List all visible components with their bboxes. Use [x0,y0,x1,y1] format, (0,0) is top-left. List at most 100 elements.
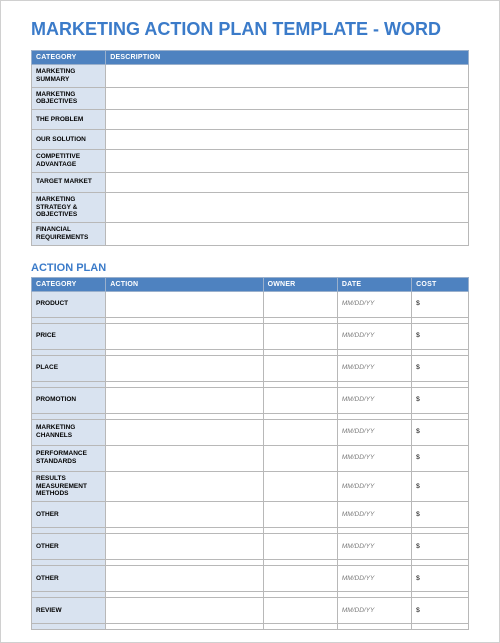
action-category-cell: PRODUCT [32,291,106,317]
overview-category-cell: OUR SOLUTION [32,130,106,150]
overview-category-cell: FINANCIAL REQUIREMENTS [32,223,106,246]
action-date-cell[interactable]: MM/DD/YY [337,355,411,381]
table-row [32,624,469,630]
action-date-cell[interactable]: MM/DD/YY [337,534,411,560]
action-plan-table: CATEGORY ACTION OWNER DATE COST PRODUCT … [31,277,469,630]
action-owner-cell[interactable] [263,598,337,624]
action-owner-cell[interactable] [263,534,337,560]
action-action-cell[interactable] [106,471,263,501]
action-cost-cell[interactable]: $ [412,471,469,501]
overview-header-row: CATEGORY DESCRIPTION [32,51,469,65]
action-owner-cell[interactable] [263,445,337,471]
action-action-cell[interactable] [106,419,263,445]
action-category-cell: MARKETING CHANNELS [32,419,106,445]
action-category-cell: REVIEW [32,598,106,624]
action-date-cell[interactable]: MM/DD/YY [337,291,411,317]
action-cost-cell[interactable]: $ [412,445,469,471]
table-row: PRODUCT MM/DD/YY $ [32,291,469,317]
overview-category-cell: THE PROBLEM [32,110,106,130]
table-row: MARKETING CHANNELS MM/DD/YY $ [32,419,469,445]
action-owner-cell[interactable] [263,387,337,413]
action-category-cell: PLACE [32,355,106,381]
overview-category-cell: TARGET MARKET [32,172,106,192]
action-date-cell[interactable]: MM/DD/YY [337,419,411,445]
table-row: PERFORMANCE STANDARDS MM/DD/YY $ [32,445,469,471]
action-category-cell: PROMOTION [32,387,106,413]
action-action-cell[interactable] [106,534,263,560]
overview-description-cell[interactable] [106,110,469,130]
action-owner-cell[interactable] [263,323,337,349]
action-header-category: CATEGORY [32,277,106,291]
overview-description-cell[interactable] [106,87,469,110]
action-cost-cell[interactable]: $ [412,598,469,624]
action-cost-cell[interactable]: $ [412,387,469,413]
action-category-cell: OTHER [32,534,106,560]
table-row: FINANCIAL REQUIREMENTS [32,223,469,246]
action-date-cell[interactable]: MM/DD/YY [337,598,411,624]
action-header-owner: OWNER [263,277,337,291]
overview-header-description: DESCRIPTION [106,51,469,65]
action-date-cell[interactable]: MM/DD/YY [337,445,411,471]
action-header-action: ACTION [106,277,263,291]
action-owner-cell[interactable] [263,502,337,528]
table-row: MARKETING STRATEGY & OBJECTIVES [32,192,469,222]
table-row: RESULTS MEASUREMENT METHODS MM/DD/YY $ [32,471,469,501]
action-cost-cell[interactable]: $ [412,534,469,560]
action-date-cell[interactable]: MM/DD/YY [337,471,411,501]
table-row: MARKETING OBJECTIVES [32,87,469,110]
action-date-cell[interactable]: MM/DD/YY [337,502,411,528]
action-cost-cell[interactable]: $ [412,419,469,445]
action-category-cell: OTHER [32,502,106,528]
action-date-cell[interactable]: MM/DD/YY [337,387,411,413]
overview-description-cell[interactable] [106,172,469,192]
action-owner-cell[interactable] [263,419,337,445]
action-plan-header-row: CATEGORY ACTION OWNER DATE COST [32,277,469,291]
overview-header-category: CATEGORY [32,51,106,65]
overview-category-cell: MARKETING SUMMARY [32,65,106,88]
action-action-cell[interactable] [106,323,263,349]
overview-description-cell[interactable] [106,223,469,246]
action-action-cell[interactable] [106,502,263,528]
action-owner-cell[interactable] [263,471,337,501]
table-row: MARKETING SUMMARY [32,65,469,88]
action-action-cell[interactable] [106,445,263,471]
action-cost-cell[interactable]: $ [412,323,469,349]
action-action-cell[interactable] [106,598,263,624]
action-date-cell[interactable]: MM/DD/YY [337,566,411,592]
overview-description-cell[interactable] [106,65,469,88]
action-owner-cell[interactable] [263,355,337,381]
action-plan-section-title: ACTION PLAN [31,262,469,274]
action-owner-cell[interactable] [263,566,337,592]
action-owner-cell[interactable] [263,291,337,317]
action-cost-cell[interactable]: $ [412,291,469,317]
table-row: OTHER MM/DD/YY $ [32,534,469,560]
action-action-cell[interactable] [106,291,263,317]
overview-description-cell[interactable] [106,150,469,173]
action-action-cell[interactable] [106,566,263,592]
overview-description-cell[interactable] [106,130,469,150]
action-action-cell[interactable] [106,355,263,381]
overview-category-cell: COMPETITIVE ADVANTAGE [32,150,106,173]
action-category-cell: PERFORMANCE STANDARDS [32,445,106,471]
action-cost-cell[interactable]: $ [412,502,469,528]
table-row: THE PROBLEM [32,110,469,130]
table-row: TARGET MARKET [32,172,469,192]
action-category-cell: OTHER [32,566,106,592]
table-row: OTHER MM/DD/YY $ [32,502,469,528]
table-row: PLACE MM/DD/YY $ [32,355,469,381]
table-row: OUR SOLUTION [32,130,469,150]
overview-category-cell: MARKETING OBJECTIVES [32,87,106,110]
table-row: REVIEW MM/DD/YY $ [32,598,469,624]
overview-category-cell: MARKETING STRATEGY & OBJECTIVES [32,192,106,222]
action-cost-cell[interactable]: $ [412,566,469,592]
table-row: PROMOTION MM/DD/YY $ [32,387,469,413]
action-category-cell: RESULTS MEASUREMENT METHODS [32,471,106,501]
overview-description-cell[interactable] [106,192,469,222]
action-header-date: DATE [337,277,411,291]
table-row: COMPETITIVE ADVANTAGE [32,150,469,173]
action-cost-cell[interactable]: $ [412,355,469,381]
action-action-cell[interactable] [106,387,263,413]
action-date-cell[interactable]: MM/DD/YY [337,323,411,349]
overview-table: CATEGORY DESCRIPTION MARKETING SUMMARY M… [31,50,469,246]
page-title: MARKETING ACTION PLAN TEMPLATE - WORD [31,19,469,40]
